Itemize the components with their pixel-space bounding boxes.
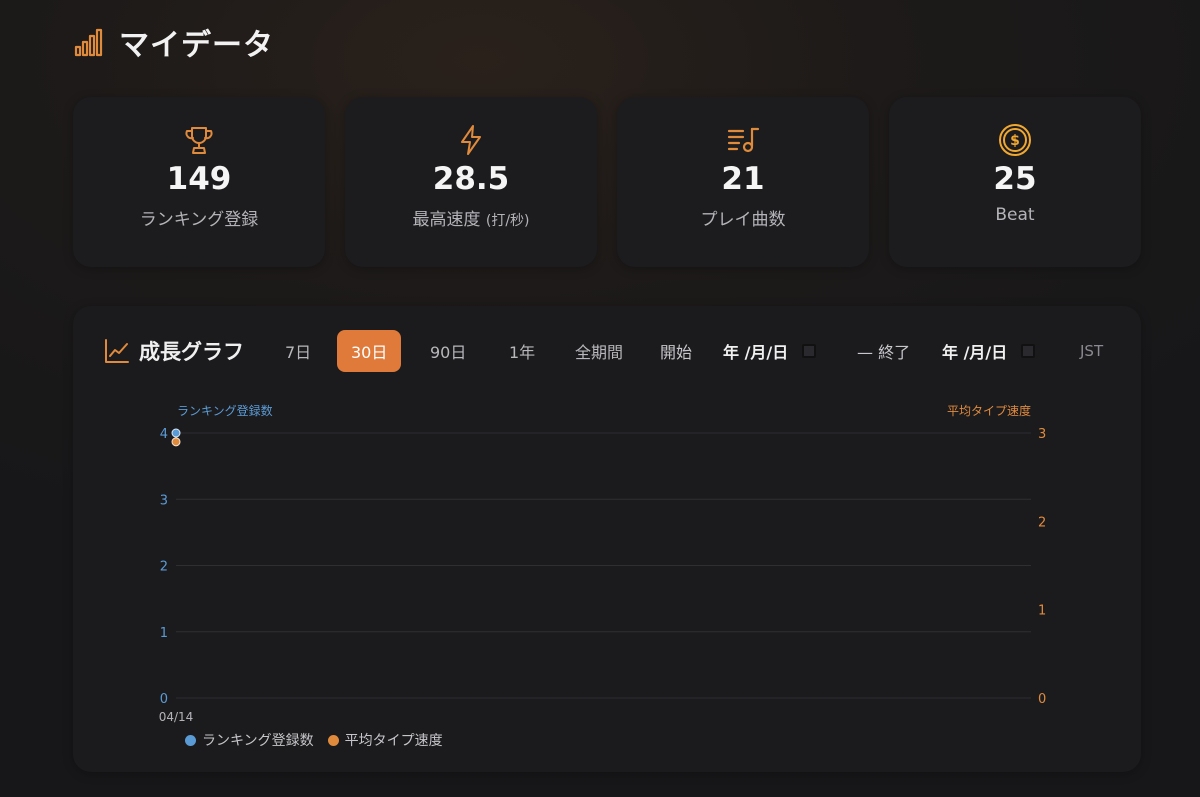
stat-value: 25 [993,161,1037,197]
page-header: マイデータ [73,22,274,63]
music-list-icon [726,123,760,157]
y-left-tick-label: 1 [160,626,168,641]
stat-card-beat: $ 25 Beat [889,97,1141,267]
stat-unit: (打/秒) [485,213,530,229]
stats-row: 149 ランキング登録 28.5 最高速度 (打/秒) 21 プレイ曲数 $ 2… [73,97,1141,267]
legend-label: ランキング登録数 [202,733,314,749]
legend-swatch [327,734,339,746]
bar-chart-icon [74,28,103,57]
stat-value: 21 [721,161,765,197]
chart-legend: ランキング登録数 平均タイプ速度 [185,730,443,750]
speed-point [171,437,181,447]
y-right-tick-label: 1 [1038,604,1046,619]
ranking-point [171,428,181,438]
stat-value: 28.5 [432,161,510,197]
y-left-axis-title: ランキング登録数 [177,403,273,418]
stat-card-ranking: 149 ランキング登録 [73,97,325,267]
y-right-axis-title: 平均タイプ速度 [947,403,1031,418]
lightning-icon [454,123,488,157]
stat-label: プレイ曲数 [700,210,786,230]
legend-label: 平均タイプ速度 [344,733,443,749]
stat-value: 149 [166,161,232,197]
stat-label-text: 最高速度 [412,210,481,230]
y-left-tick-label: 3 [160,493,168,508]
stat-label: Beat [995,205,1035,225]
svg-text:$: $ [1010,133,1020,149]
stat-card-play-count: 21 プレイ曲数 [617,97,869,267]
stat-label: ランキング登録 [139,210,259,230]
stat-label: 最高速度 (打/秒) [412,205,529,230]
coin-icon: $ [998,123,1032,157]
legend-item-speed[interactable]: 平均タイプ速度 [327,730,443,750]
stat-card-max-speed: 28.5 最高速度 (打/秒) [345,97,597,267]
legend-swatch [185,734,196,746]
growth-graph-panel: 成長グラフ 7日 30日 90日 1年 全期間 開始 年 /月/日 — 終了 年… [73,306,1141,772]
x-tick-label: 04/14 [159,710,194,724]
y-left-tick-label: 2 [160,560,168,575]
growth-chart: 0 1 2 3 4 0 1 2 3 ランキング登録数 平均タイプ速度 04/14 [159,403,1047,724]
trophy-icon [182,123,216,157]
page-title: マイデータ [119,28,274,63]
legend-item-ranking[interactable]: ランキング登録数 [185,730,314,750]
y-left-tick-label: 4 [160,427,168,442]
y-left-tick-label: 0 [160,692,168,707]
y-right-tick-label: 3 [1038,427,1046,442]
y-right-tick-label: 2 [1038,515,1046,530]
y-right-tick-label: 0 [1038,692,1046,707]
